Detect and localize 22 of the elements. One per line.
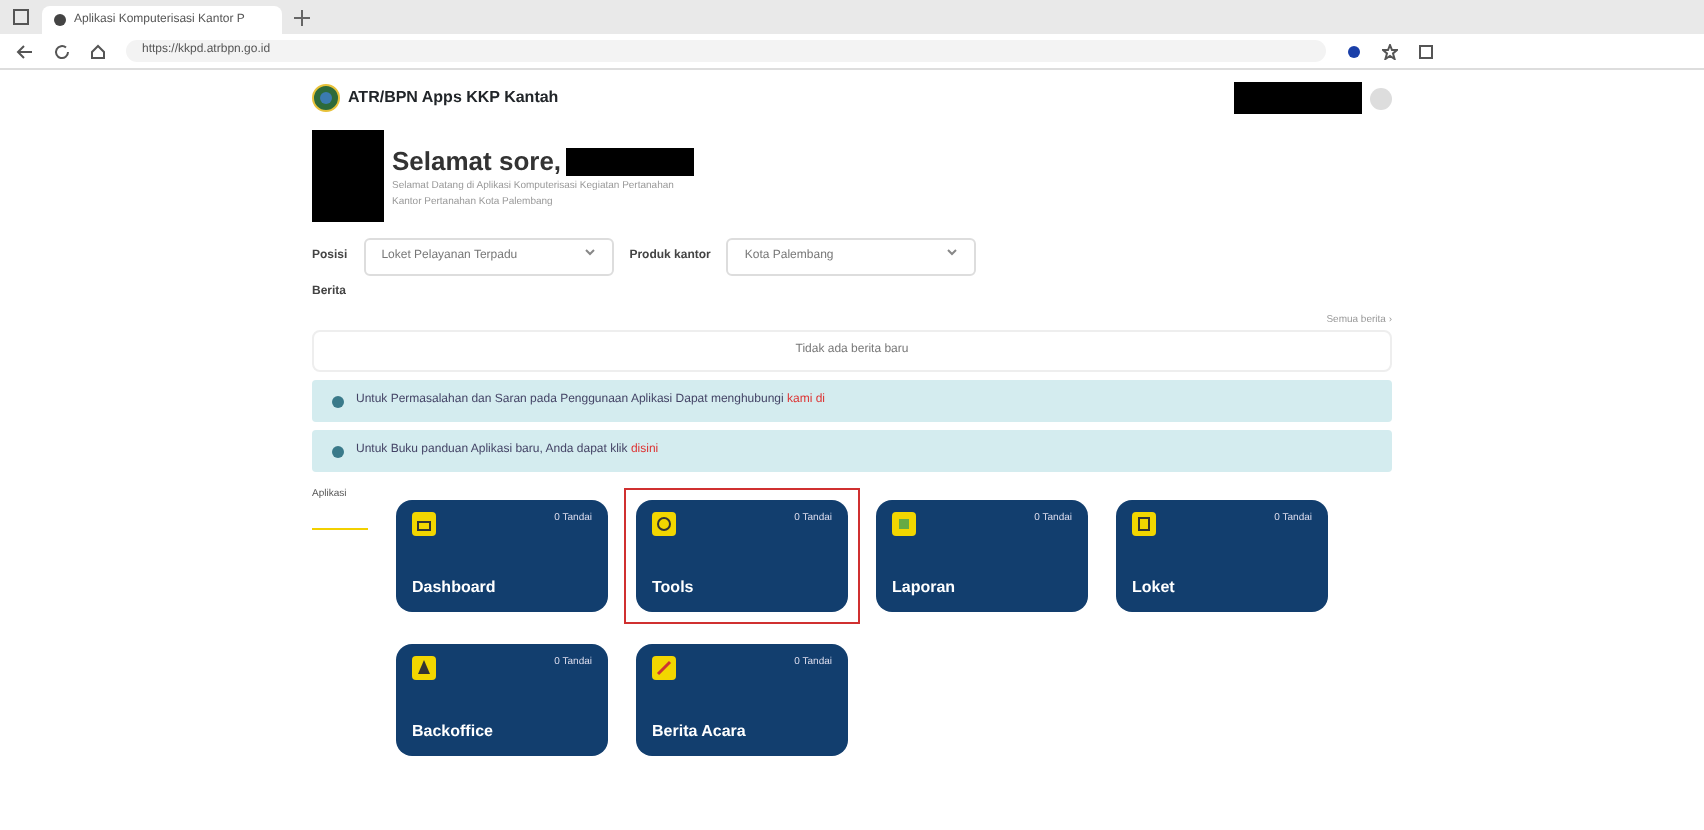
app-icon (652, 656, 676, 680)
info-icon (332, 445, 344, 457)
new-tab-icon[interactable] (294, 9, 310, 25)
app-icon (412, 512, 436, 536)
app-icon (412, 656, 436, 680)
extension-icon[interactable] (1346, 43, 1362, 59)
favorites-icon[interactable] (1382, 43, 1398, 59)
home-icon[interactable] (90, 43, 106, 59)
site-icon (54, 14, 66, 26)
back-icon[interactable] (16, 43, 34, 59)
chevron-icon (946, 248, 959, 256)
tab-actions-icon[interactable] (12, 8, 30, 26)
refresh-icon[interactable] (54, 43, 70, 59)
info-icon (332, 395, 344, 407)
collections-icon[interactable] (1418, 43, 1434, 59)
logo-icon (312, 84, 340, 112)
chevron-icon (583, 248, 596, 256)
app-icon (652, 512, 676, 536)
app-icon (1132, 512, 1156, 536)
app-icon (892, 512, 916, 536)
app-name: ATR/BPN Apps KKP Kantah (348, 86, 559, 110)
greeting-title: Selamat sore, (392, 143, 562, 180)
